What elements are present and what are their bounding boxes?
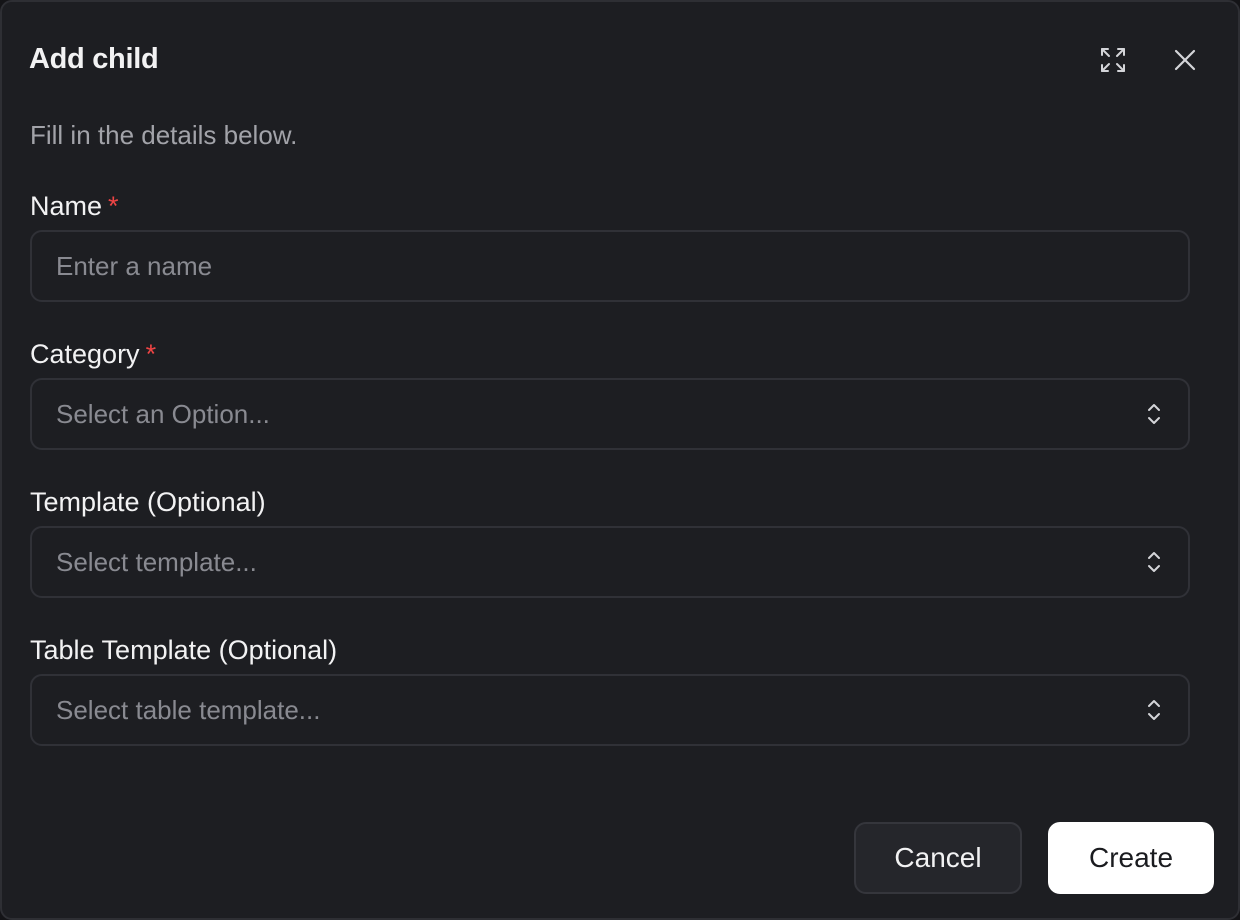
- template-placeholder: Select template...: [56, 546, 257, 577]
- dialog-title: Add child: [29, 43, 159, 75]
- required-marker: *: [145, 339, 157, 369]
- category-placeholder: Select an Option...: [56, 398, 270, 429]
- table-template-label: Table Template (Optional): [30, 635, 338, 665]
- chevron-up-down-icon: [1144, 548, 1164, 576]
- close-icon: [1174, 49, 1196, 71]
- name-label: Name *: [30, 189, 119, 223]
- table-template-placeholder: Select table template...: [56, 694, 321, 725]
- chevron-up-down-icon: [1144, 400, 1164, 428]
- category-label-text: Category: [30, 339, 140, 369]
- expand-button[interactable]: [1095, 42, 1131, 78]
- name-field[interactable]: [30, 230, 1190, 302]
- close-button[interactable]: [1167, 42, 1203, 78]
- name-input[interactable]: [56, 250, 1164, 282]
- category-select[interactable]: Select an Option...: [30, 378, 1190, 450]
- category-label: Category *: [30, 337, 156, 371]
- expand-icon: [1101, 48, 1125, 72]
- dialog-description: Fill in the details below.: [30, 120, 298, 150]
- table-template-select[interactable]: Select table template...: [30, 674, 1190, 746]
- required-marker: *: [108, 191, 119, 221]
- add-child-dialog: Add child Fill in the details below. Nam…: [0, 0, 1240, 920]
- create-button[interactable]: Create: [1048, 822, 1214, 894]
- name-label-text: Name: [30, 191, 103, 221]
- cancel-button[interactable]: Cancel: [854, 822, 1022, 894]
- chevron-up-down-icon: [1144, 696, 1164, 724]
- template-label: Template (Optional): [30, 487, 266, 517]
- template-select[interactable]: Select template...: [30, 526, 1190, 598]
